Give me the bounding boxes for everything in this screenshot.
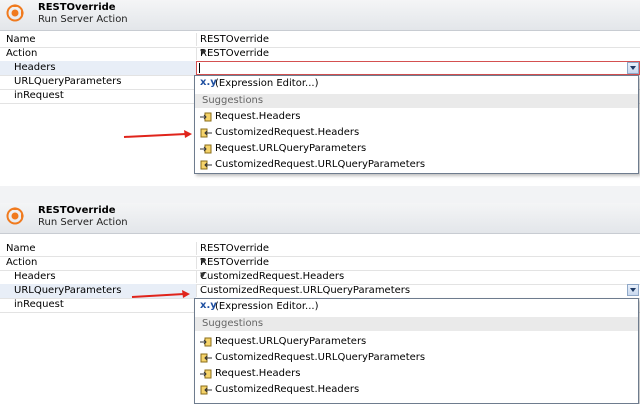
item-label: Request.Headers bbox=[215, 111, 301, 122]
output-parameter-icon bbox=[200, 160, 212, 170]
bottom-panel: RESTOverride Run Server Action Name REST… bbox=[0, 203, 640, 404]
property-row-urlqueryparameters[interactable]: URLQueryParameters CustomizedRequest.URL… bbox=[0, 284, 640, 299]
text-caret bbox=[199, 63, 200, 73]
property-label: Action bbox=[6, 48, 38, 59]
property-value-text: CustomizedRequest.URLQueryParameters bbox=[200, 285, 411, 296]
output-parameter-icon bbox=[200, 128, 212, 138]
annotation-arrow-icon bbox=[131, 290, 190, 298]
property-label: URLQueryParameters bbox=[14, 285, 122, 296]
item-label: CustomizedRequest.URLQueryParameters bbox=[215, 159, 426, 170]
property-row-name[interactable]: Name RESTOverride bbox=[0, 242, 640, 257]
chevron-down-icon[interactable]: ▼ bbox=[200, 271, 635, 279]
suggestions-dropdown: x.y (Expression Editor...) Suggestions R… bbox=[194, 298, 639, 404]
headers-value-input[interactable] bbox=[196, 61, 640, 75]
item-label: Request.URLQueryParameters bbox=[215, 336, 367, 347]
property-row-headers[interactable]: Headers bbox=[0, 61, 640, 76]
urlqueryparameters-value-input[interactable]: CustomizedRequest.URLQueryParameters bbox=[196, 284, 639, 297]
properties-header: RESTOverride Run Server Action bbox=[0, 203, 640, 234]
item-label: Request.Headers bbox=[215, 368, 301, 379]
suggestion-item[interactable]: Request.Headers bbox=[195, 366, 638, 382]
input-parameter-icon bbox=[200, 337, 212, 347]
suggestion-item[interactable]: Request.URLQueryParameters bbox=[195, 141, 638, 157]
properties-header: RESTOverride Run Server Action bbox=[0, 0, 640, 31]
property-row-headers[interactable]: Headers CustomizedRequest.Headers ▼ bbox=[0, 270, 640, 285]
header-subtitle: Run Server Action bbox=[38, 14, 128, 25]
suggestion-item[interactable]: CustomizedRequest.Headers bbox=[195, 125, 638, 141]
panel-separator bbox=[0, 186, 640, 203]
property-value[interactable]: CustomizedRequest.Headers ▼ bbox=[196, 270, 639, 283]
property-label: URLQueryParameters bbox=[14, 76, 122, 87]
property-value-text: RESTOverride bbox=[200, 243, 269, 254]
item-label: (Expression Editor...) bbox=[215, 78, 319, 89]
property-label: inRequest bbox=[14, 90, 64, 101]
item-label: CustomizedRequest.Headers bbox=[215, 384, 360, 395]
server-action-icon bbox=[6, 4, 24, 22]
chevron-down-icon[interactable]: ▼ bbox=[200, 48, 635, 56]
output-parameter-icon bbox=[200, 353, 212, 363]
property-value[interactable]: RESTOverride ▼ bbox=[196, 47, 639, 60]
item-label: CustomizedRequest.Headers bbox=[215, 127, 360, 138]
suggestion-item[interactable]: Request.URLQueryParameters bbox=[195, 334, 638, 350]
property-label: Headers bbox=[14, 271, 56, 282]
property-row-action[interactable]: Action RESTOverride ▼ bbox=[0, 47, 640, 62]
property-row-action[interactable]: Action RESTOverride ▼ bbox=[0, 256, 640, 271]
top-panel: RESTOverride Run Server Action Name REST… bbox=[0, 0, 640, 186]
suggestions-dropdown: x.y (Expression Editor...) Suggestions R… bbox=[194, 75, 639, 174]
suggestion-item[interactable]: CustomizedRequest.Headers bbox=[195, 382, 638, 398]
input-parameter-icon bbox=[200, 112, 212, 122]
suggestion-item[interactable]: CustomizedRequest.URLQueryParameters bbox=[195, 350, 638, 366]
input-parameter-icon bbox=[200, 144, 212, 154]
suggestions-label: Suggestions bbox=[202, 318, 264, 329]
suggestions-label: Suggestions bbox=[202, 95, 264, 106]
property-label: Name bbox=[6, 243, 36, 254]
header-title: RESTOverride bbox=[38, 2, 116, 13]
property-value[interactable]: RESTOverride bbox=[196, 242, 639, 255]
chevron-down-icon[interactable]: ▼ bbox=[200, 257, 635, 265]
item-label: (Expression Editor...) bbox=[215, 301, 319, 312]
item-label: Request.URLQueryParameters bbox=[215, 143, 367, 154]
item-label: CustomizedRequest.URLQueryParameters bbox=[215, 352, 426, 363]
property-label: Headers bbox=[14, 62, 56, 73]
property-value[interactable]: RESTOverride ▼ bbox=[196, 256, 639, 269]
output-parameter-icon bbox=[200, 385, 212, 395]
property-label: inRequest bbox=[14, 299, 64, 310]
suggestion-item[interactable]: Request.Headers bbox=[195, 109, 638, 125]
property-label: Action bbox=[6, 257, 38, 268]
property-row-name[interactable]: Name RESTOverride bbox=[0, 33, 640, 48]
property-value-text: RESTOverride bbox=[200, 34, 269, 45]
header-subtitle: Run Server Action bbox=[38, 217, 128, 228]
suggestions-header: Suggestions bbox=[195, 317, 638, 331]
dropdown-button[interactable] bbox=[627, 284, 639, 296]
server-action-icon bbox=[6, 207, 24, 225]
expression-editor-item[interactable]: x.y (Expression Editor...) bbox=[195, 299, 638, 315]
property-value[interactable]: RESTOverride bbox=[196, 33, 639, 46]
expression-editor-item[interactable]: x.y (Expression Editor...) bbox=[195, 76, 638, 92]
annotation-arrow-icon bbox=[123, 130, 192, 138]
property-label: Name bbox=[6, 34, 36, 45]
suggestions-header: Suggestions bbox=[195, 94, 638, 108]
dropdown-button[interactable] bbox=[627, 62, 639, 74]
header-title: RESTOverride bbox=[38, 205, 116, 216]
input-parameter-icon bbox=[200, 369, 212, 379]
suggestion-item[interactable]: CustomizedRequest.URLQueryParameters bbox=[195, 157, 638, 173]
